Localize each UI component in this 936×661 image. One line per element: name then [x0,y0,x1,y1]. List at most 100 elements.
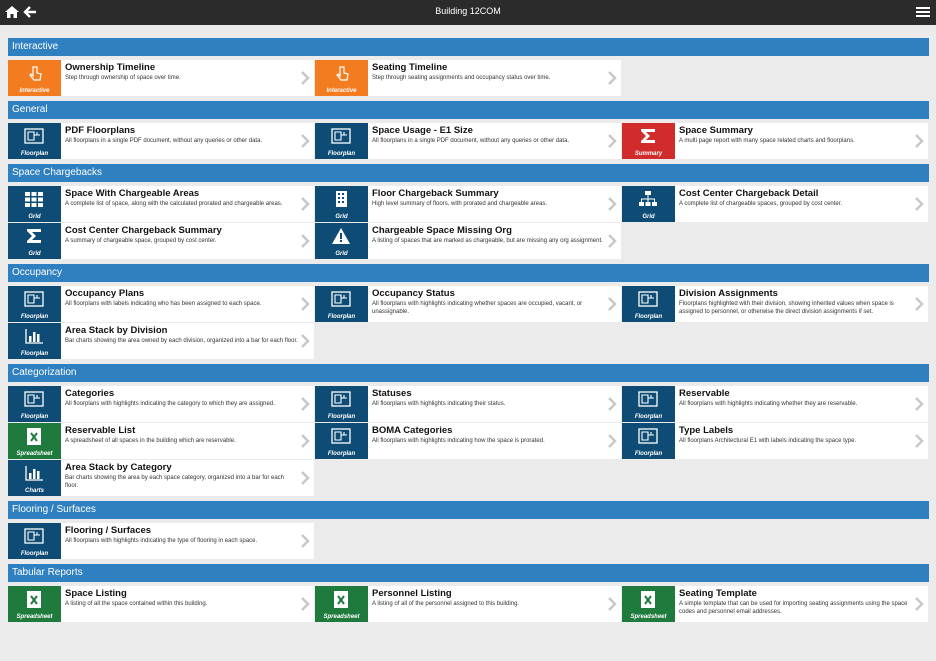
report-type-tile: Spreadsheet [315,586,368,622]
chevron-right-icon [915,397,924,411]
report-description: A simple template that can be used for i… [679,601,908,615]
report-card-body: Personnel Listing A listing of all of the… [368,586,621,622]
report-type-tile: Grid [8,223,61,259]
report-card-floor-chargeback-summary[interactable]: Grid Floor Chargeback Summary High level s… [315,186,621,222]
report-card-division-assignments[interactable]: Floorplan Division Assignments Floorplans … [622,286,928,322]
report-card-body: Occupancy Plans All floorplans with label… [61,286,314,322]
report-type-tile: Interactive [8,60,61,96]
report-type-label: Floorplan [20,314,49,320]
report-card-flooring-surfaces[interactable]: Floorplan Flooring / Surfaces All floorpla… [8,523,314,559]
report-card-body: Space With Chargeable Areas A complete li… [61,186,314,222]
report-description: High level summary of floors, with prora… [372,201,548,207]
chevron-right-icon [301,134,310,148]
sigma-icon [641,129,655,143]
page-title: Building 12COM [435,6,501,16]
report-type-label: Floorplan [20,414,49,420]
report-name: Ownership Timeline [65,62,156,73]
report-card-reservable[interactable]: Floorplan Reservable All floorplans with h… [622,386,928,422]
report-card-cost-center-chargeback-summary[interactable]: Grid Cost Center Chargeback Summary A summ… [8,223,314,259]
report-card-space-with-chargeable-areas[interactable]: Grid Space With Chargeable Areas A complet… [8,186,314,222]
report-type-tile: Floorplan [622,386,675,422]
report-type-tile: Spreadsheet [8,586,61,622]
pointer-hand-icon [336,66,349,81]
report-description: All floorplans Architectural E1 with lab… [679,438,857,444]
report-card-ownership-timeline[interactable]: Interactive Ownership Timeline Step throug… [8,60,314,96]
report-card-body: Categories All floorplans with highlights… [61,386,314,422]
floorplan-icon [24,391,44,407]
report-card-seating-template[interactable]: Spreadsheet Seating Template A simple temp… [622,586,928,622]
report-description: All floorplans with highlights indicatin… [372,301,583,315]
report-name: Space With Chargeable Areas [65,188,200,199]
report-type-label: Spreadsheet [16,451,53,457]
report-type-tile: Floorplan [622,423,675,459]
report-description: All floorplans with highlights indicatin… [679,401,858,407]
report-card-area-stack-by-division[interactable]: Floorplan Area Stack by Division Bar chart… [8,323,314,359]
chevron-right-icon [301,471,310,485]
report-card-occupancy-plans[interactable]: Floorplan Occupancy Plans All floorplans w… [8,286,314,322]
report-description: Step through ownership of space over tim… [65,75,181,81]
report-card-space-summary[interactable]: Summary Space Summary A multi page report … [622,123,928,159]
report-type-tile: Floorplan [315,286,368,322]
report-name: Space Usage - E1 Size [372,125,473,136]
section-occupancy: Occupancy Floorplan Occupancy Plans All flo… [8,264,929,364]
report-name: Reservable [679,388,730,399]
report-card-occupancy-status[interactable]: Floorplan Occupancy Status All floorplans … [315,286,621,322]
bar-chart-icon [25,466,43,481]
report-card-body: Reservable All floorplans with highlights… [675,386,928,422]
report-name: BOMA Categories [372,425,453,436]
report-card-body: Cost Center Chargeback Detail A complete … [675,186,928,222]
report-type-label: Grid [28,251,41,257]
report-card-area-stack-by-category[interactable]: Charts Area Stack by Category Bar charts s… [8,460,314,496]
report-card-cost-center-chargeback-detail[interactable]: Grid Cost Center Chargeback Detail A compl… [622,186,928,222]
report-card-body: Statuses All floorplans with highlights i… [368,386,621,422]
org-chart-icon [639,191,657,206]
report-card-chargeable-space-missing-org[interactable]: Grid Chargeable Space Missing Org A listin… [315,223,621,259]
report-card-personnel-listing[interactable]: Spreadsheet Personnel Listing A listing of… [315,586,621,622]
report-card-pdf-floorplans[interactable]: Floorplan PDF Floorplans All floorplans in… [8,123,314,159]
report-type-tile: Grid [8,186,61,222]
excel-icon [641,591,655,608]
menu-icon[interactable] [915,4,931,20]
report-card-body: Seating Timeline Step through seating ass… [368,60,621,96]
report-card-body: Space Summary A multi page report with ma… [675,123,928,159]
report-description: A listing of all of the personnel assign… [372,601,520,607]
report-type-tile: Floorplan [8,386,61,422]
report-card-body: Seating Template A simple template that c… [675,586,928,622]
report-name: Reservable List [65,425,136,436]
report-card-space-listing[interactable]: Spreadsheet Space Listing A listing of all… [8,586,314,622]
chevron-right-icon [608,234,617,248]
report-type-label: Charts [24,488,44,494]
report-card-body: Area Stack by Category Bar charts showing… [61,460,314,496]
report-type-label: Grid [335,214,348,220]
report-card-type-labels[interactable]: Floorplan Type Labels All floorplans Archi… [622,423,928,459]
report-type-tile: Floorplan [315,386,368,422]
report-type-label: Spreadsheet [323,614,360,620]
report-card-boma-categories[interactable]: Floorplan BOMA Categories All floorplans w… [315,423,621,459]
report-card-reservable-list[interactable]: Spreadsheet Reservable List A spreadsheet … [8,423,314,459]
floorplan-icon [638,291,658,307]
report-card-statuses[interactable]: Floorplan Statuses All floorplans with hig… [315,386,621,422]
report-type-label: Grid [642,214,655,220]
report-card-categories[interactable]: Floorplan Categories All floorplans with h… [8,386,314,422]
floorplan-icon [638,391,658,407]
report-card-seating-timeline[interactable]: Interactive Seating Timeline Step through … [315,60,621,96]
chevron-right-icon [608,197,617,211]
chevron-right-icon [608,134,617,148]
top-bar: Building 12COM [0,0,936,25]
report-card-body: Flooring / Surfaces All floorplans with h… [61,523,314,559]
report-name: Seating Template [679,588,757,599]
excel-icon [27,428,41,445]
report-card-body: Division Assignments Floorplans highlight… [675,286,928,322]
report-card-body: BOMA Categories All floorplans with highl… [368,423,621,459]
report-name: Occupancy Plans [65,288,145,299]
report-card-body: PDF Floorplans All floorplans in a single… [61,123,314,159]
chevron-right-icon [301,534,310,548]
report-type-tile: Interactive [315,60,368,96]
report-name: Cost Center Chargeback Detail [679,188,819,199]
report-card-body: Reservable List A spreadsheet of all spac… [61,423,314,459]
report-name: Space Summary [679,125,753,136]
report-card-space-usage-e1-size[interactable]: Floorplan Space Usage - E1 Size All floorp… [315,123,621,159]
report-name: Personnel Listing [372,588,452,599]
report-type-tile: Spreadsheet [622,586,675,622]
report-description: All floorplans with highlights indicatin… [372,401,506,407]
